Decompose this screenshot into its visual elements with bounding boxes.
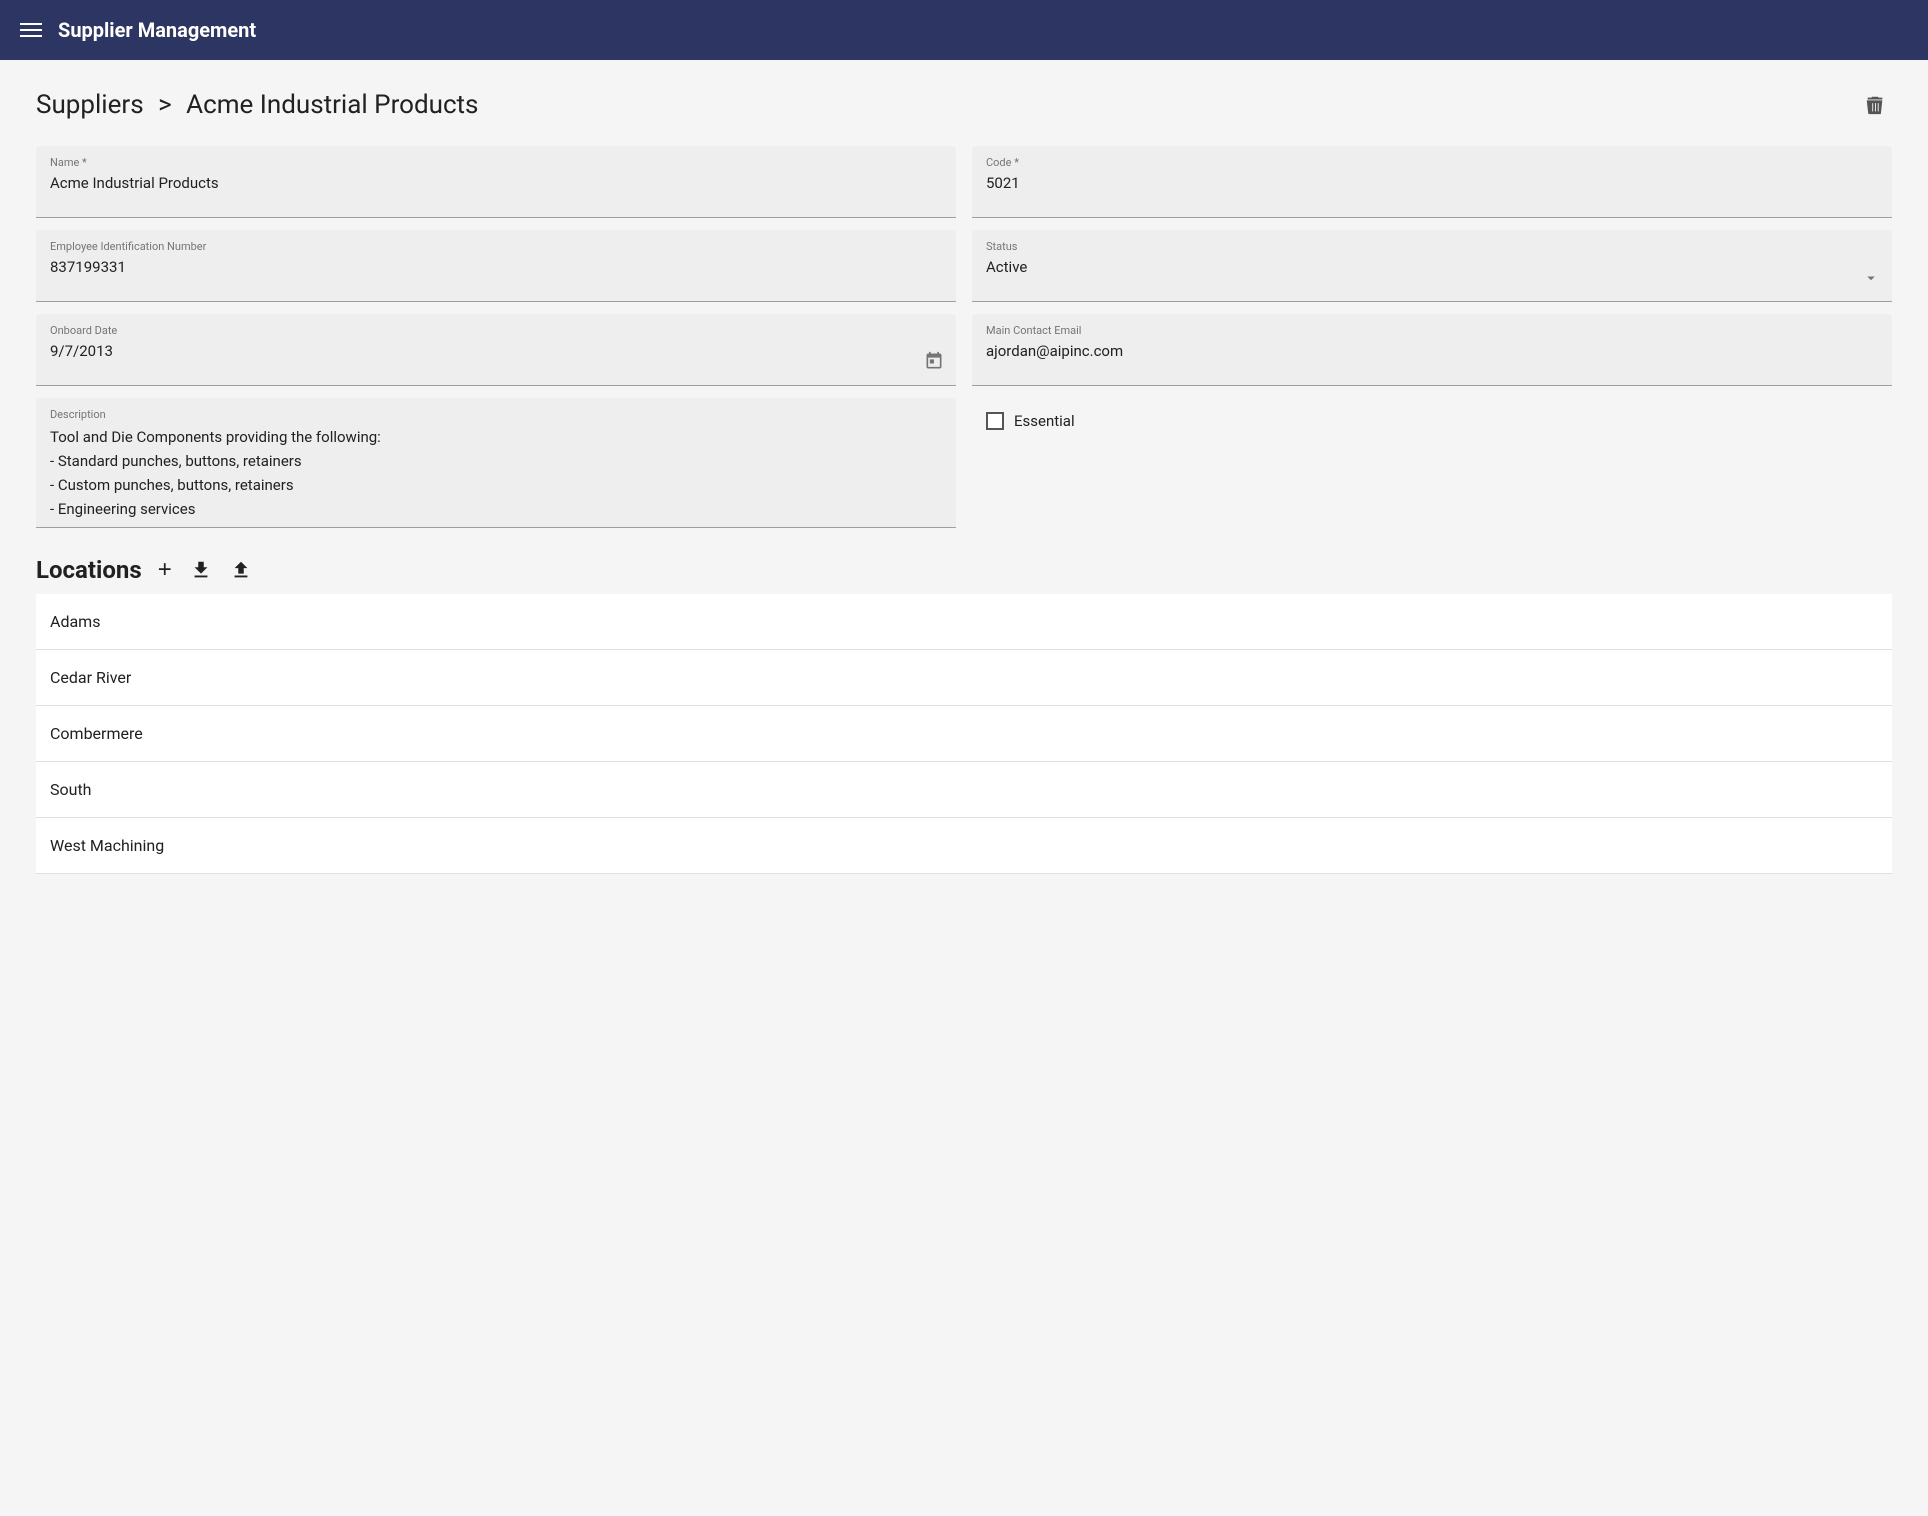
breadcrumb-parent[interactable]: Suppliers (36, 90, 144, 120)
ein-field[interactable]: Employee Identification Number 837199331 (36, 230, 956, 302)
essential-label: Essential (1014, 412, 1075, 430)
page-content: Suppliers > Acme Industrial Products Nam… (0, 60, 1928, 902)
onboard-value: 9/7/2013 (50, 341, 942, 362)
breadcrumb-row: Suppliers > Acme Industrial Products (36, 88, 1892, 122)
app-title: Supplier Management (58, 18, 256, 42)
download-locations-button[interactable] (188, 557, 214, 583)
name-value: Acme Industrial Products (50, 173, 942, 194)
right-column: Essential (972, 398, 1892, 528)
code-label: Code * (986, 156, 1878, 169)
ein-value: 837199331 (50, 257, 942, 278)
breadcrumb-separator: > (158, 90, 172, 120)
upload-icon (230, 559, 252, 581)
onboard-date-field[interactable]: Onboard Date 9/7/2013 (36, 314, 956, 386)
trash-icon (1864, 94, 1886, 116)
contact-email-field[interactable]: Main Contact Email ajordan@aipinc.com (972, 314, 1892, 386)
breadcrumb: Suppliers > Acme Industrial Products (36, 90, 478, 120)
status-field[interactable]: Status Active (972, 230, 1892, 302)
locations-header: Locations + (36, 556, 1892, 584)
description-field[interactable]: Description Tool and Die Components prov… (36, 398, 956, 528)
list-item[interactable]: Adams (36, 594, 1892, 650)
breadcrumb-current: Acme Industrial Products (186, 90, 478, 120)
upload-locations-button[interactable] (228, 557, 254, 583)
form-row-name-code: Name * Acme Industrial Products Code * 5… (36, 146, 1892, 218)
locations-title: Locations (36, 556, 142, 584)
calendar-icon[interactable] (924, 351, 944, 375)
list-item[interactable]: Cedar River (36, 650, 1892, 706)
delete-button[interactable] (1858, 88, 1892, 122)
code-field[interactable]: Code * 5021 (972, 146, 1892, 218)
location-list: AdamsCedar RiverCombermereSouthWest Mach… (36, 594, 1892, 874)
name-label: Name * (50, 156, 942, 169)
contact-email-value: ajordan@aipinc.com (986, 341, 1878, 362)
list-item[interactable]: South (36, 762, 1892, 818)
essential-checkbox[interactable] (986, 412, 1004, 430)
form-row-desc-essential: Description Tool and Die Components prov… (36, 398, 1892, 528)
code-value: 5021 (986, 173, 1878, 194)
form-row-ein-status: Employee Identification Number 837199331… (36, 230, 1892, 302)
menu-icon[interactable] (20, 23, 42, 37)
onboard-label: Onboard Date (50, 324, 942, 337)
status-value: Active (986, 257, 1878, 278)
list-item[interactable]: Combermere (36, 706, 1892, 762)
chevron-down-icon (1862, 269, 1880, 291)
description-label: Description (50, 408, 942, 421)
app-header: Supplier Management (0, 0, 1928, 60)
description-value: Tool and Die Components providing the fo… (50, 425, 942, 521)
ein-label: Employee Identification Number (50, 240, 942, 253)
list-item[interactable]: West Machining (36, 818, 1892, 874)
status-label: Status (986, 240, 1878, 253)
name-field[interactable]: Name * Acme Industrial Products (36, 146, 956, 218)
essential-area: Essential (972, 398, 1892, 444)
add-location-button[interactable]: + (156, 558, 174, 582)
download-icon (190, 559, 212, 581)
form-row-onboard-email: Onboard Date 9/7/2013 Main Contact Email… (36, 314, 1892, 386)
contact-email-label: Main Contact Email (986, 324, 1878, 337)
